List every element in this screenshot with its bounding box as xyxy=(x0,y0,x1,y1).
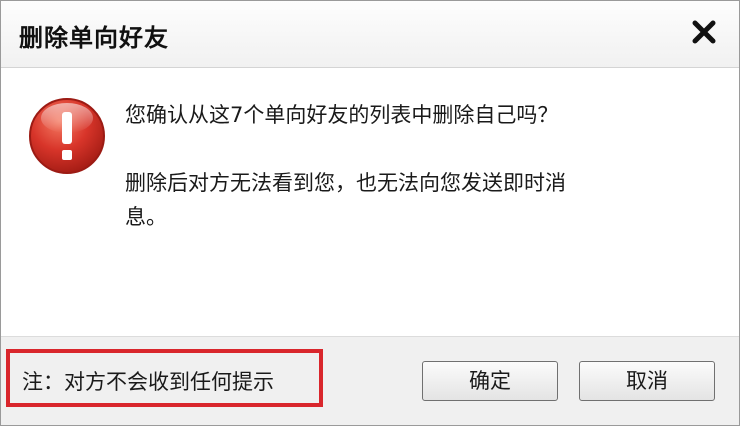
cancel-button[interactable]: 取消 xyxy=(579,361,715,401)
close-button[interactable] xyxy=(691,19,717,45)
dialog-footer: 注：对方不会收到任何提示 确定 取消 xyxy=(1,336,739,425)
note-text: 注：对方不会收到任何提示 xyxy=(22,370,274,394)
dialog-message: 您确认从这7个单向好友的列表中删除自己吗？ 删除后对方无法看到您，也无法向您发送… xyxy=(125,98,595,268)
message-question: 您确认从这7个单向好友的列表中删除自己吗？ xyxy=(125,103,559,127)
delete-contact-dialog: 删除单向好友 您确认从这7个单向好友的列表中删除自己吗？ 删除后对方无法看到您，… xyxy=(0,0,740,426)
confirm-button[interactable]: 确定 xyxy=(422,361,558,401)
close-icon xyxy=(692,20,716,44)
note-highlight-box: 注：对方不会收到任何提示 xyxy=(6,349,323,407)
dialog-title: 删除单向好友 xyxy=(19,24,169,52)
message-detail: 删除后对方无法看到您，也无法向您发送即时消息。 xyxy=(125,171,566,229)
dialog-titlebar: 删除单向好友 xyxy=(1,1,739,68)
dialog-body: 您确认从这7个单向好友的列表中删除自己吗？ 删除后对方无法看到您，也无法向您发送… xyxy=(1,68,739,336)
error-exclamation-icon xyxy=(27,96,107,176)
